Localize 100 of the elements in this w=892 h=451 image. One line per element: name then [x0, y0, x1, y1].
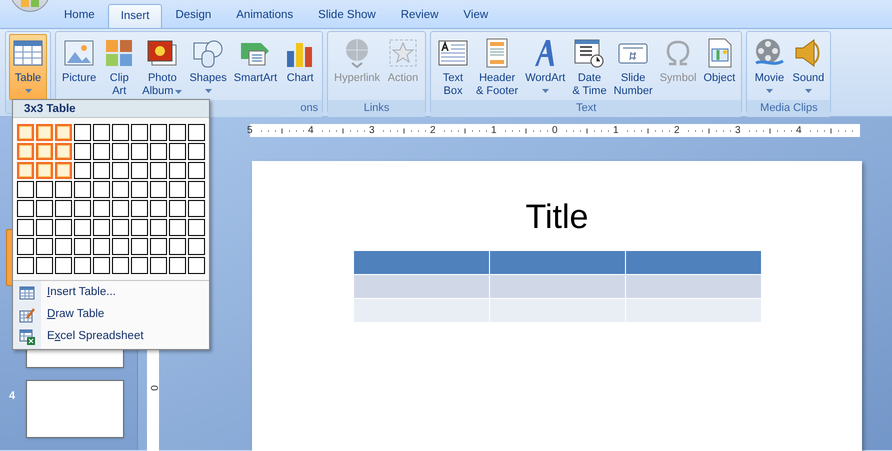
grid-cell[interactable]: [17, 162, 34, 179]
grid-cell[interactable]: [74, 143, 91, 160]
grid-cell[interactable]: [93, 124, 110, 141]
grid-cell[interactable]: [169, 143, 186, 160]
grid-cell[interactable]: [131, 238, 148, 255]
grid-cell[interactable]: [93, 181, 110, 198]
picture-button[interactable]: Picture: [59, 34, 100, 100]
grid-cell[interactable]: [131, 181, 148, 198]
grid-cell[interactable]: [169, 124, 186, 141]
grid-cell[interactable]: [36, 181, 53, 198]
table-button[interactable]: Table: [9, 34, 47, 100]
grid-cell[interactable]: [36, 124, 53, 141]
grid-cell[interactable]: [112, 162, 129, 179]
grid-cell[interactable]: [93, 162, 110, 179]
grid-cell[interactable]: [93, 143, 110, 160]
grid-cell[interactable]: [150, 238, 167, 255]
text-box-button[interactable]: Text Box: [434, 34, 472, 100]
ribbon-tab[interactable]: Design: [163, 4, 224, 28]
grid-cell[interactable]: [55, 143, 72, 160]
grid-cell[interactable]: [112, 181, 129, 198]
grid-cell[interactable]: [36, 238, 53, 255]
menu-item[interactable]: Excel Spreadsheet: [13, 326, 209, 348]
grid-cell[interactable]: [74, 162, 91, 179]
chart-button[interactable]: Chart: [281, 34, 320, 100]
film-reel-button[interactable]: Movie: [750, 34, 788, 100]
grid-cell[interactable]: [112, 200, 129, 217]
grid-cell[interactable]: [55, 124, 72, 141]
grid-cell[interactable]: [112, 143, 129, 160]
grid-cell[interactable]: [112, 124, 129, 141]
grid-cell[interactable]: [74, 219, 91, 236]
grid-cell[interactable]: [112, 257, 129, 274]
grid-cell[interactable]: [188, 200, 205, 217]
grid-cell[interactable]: [150, 257, 167, 274]
ribbon-tab[interactable]: Slide Show: [306, 4, 388, 28]
grid-cell[interactable]: [169, 219, 186, 236]
grid-cell[interactable]: [36, 200, 53, 217]
grid-cell[interactable]: [36, 143, 53, 160]
object-button[interactable]: Object: [700, 34, 738, 100]
grid-cell[interactable]: [17, 181, 34, 198]
wordart-button[interactable]: WordArt: [522, 34, 568, 100]
grid-cell[interactable]: [55, 238, 72, 255]
grid-cell[interactable]: [17, 143, 34, 160]
ribbon-tab[interactable]: Animations: [224, 4, 306, 28]
grid-cell[interactable]: [17, 219, 34, 236]
grid-cell[interactable]: [17, 257, 34, 274]
grid-cell[interactable]: [188, 143, 205, 160]
grid-cell[interactable]: [169, 257, 186, 274]
grid-cell[interactable]: [188, 219, 205, 236]
grid-cell[interactable]: [188, 181, 205, 198]
grid-cell[interactable]: [17, 238, 34, 255]
grid-cell[interactable]: [131, 257, 148, 274]
grid-cell[interactable]: [188, 238, 205, 255]
shapes-button[interactable]: Shapes: [186, 34, 230, 100]
grid-cell[interactable]: [36, 257, 53, 274]
menu-item[interactable]: Insert Table...: [13, 282, 209, 304]
grid-cell[interactable]: [131, 200, 148, 217]
grid-cell[interactable]: [169, 181, 186, 198]
grid-cell[interactable]: [36, 219, 53, 236]
ribbon-tab[interactable]: Review: [388, 4, 450, 28]
header-footer-button[interactable]: Header & Footer: [473, 34, 522, 100]
grid-cell[interactable]: [74, 181, 91, 198]
grid-cell[interactable]: [150, 181, 167, 198]
grid-cell[interactable]: [150, 124, 167, 141]
speaker-button[interactable]: Sound: [789, 34, 828, 100]
grid-cell[interactable]: [169, 162, 186, 179]
grid-cell[interactable]: [93, 257, 110, 274]
grid-cell[interactable]: [74, 257, 91, 274]
grid-cell[interactable]: [150, 200, 167, 217]
grid-cell[interactable]: [188, 162, 205, 179]
calendar-button[interactable]: Date & Time: [569, 34, 610, 100]
ribbon-tab[interactable]: View: [451, 4, 500, 28]
grid-cell[interactable]: [131, 162, 148, 179]
grid-cell[interactable]: [150, 219, 167, 236]
grid-cell[interactable]: [150, 162, 167, 179]
menu-item[interactable]: Draw Table: [13, 304, 209, 326]
slide-thumbnail[interactable]: [26, 380, 124, 438]
grid-cell[interactable]: [74, 124, 91, 141]
ribbon-tab[interactable]: Insert: [108, 4, 162, 28]
grid-cell[interactable]: [131, 124, 148, 141]
ribbon-tab[interactable]: Home: [52, 4, 107, 28]
grid-cell[interactable]: [169, 238, 186, 255]
grid-cell[interactable]: [131, 143, 148, 160]
grid-cell[interactable]: [55, 200, 72, 217]
grid-cell[interactable]: [131, 219, 148, 236]
photo-album-button[interactable]: Photo Album: [139, 34, 186, 100]
slide-number-button[interactable]: Slide Number: [610, 34, 656, 100]
grid-cell[interactable]: [74, 200, 91, 217]
grid-cell[interactable]: [112, 238, 129, 255]
grid-cell[interactable]: [169, 200, 186, 217]
grid-cell[interactable]: [74, 238, 91, 255]
grid-cell[interactable]: [36, 162, 53, 179]
grid-cell[interactable]: [188, 257, 205, 274]
smartart-button[interactable]: SmartArt: [230, 34, 280, 100]
grid-cell[interactable]: [93, 219, 110, 236]
grid-cell[interactable]: [55, 162, 72, 179]
grid-cell[interactable]: [55, 181, 72, 198]
grid-cell[interactable]: [112, 219, 129, 236]
grid-cell[interactable]: [93, 200, 110, 217]
grid-cell[interactable]: [188, 124, 205, 141]
grid-cell[interactable]: [17, 200, 34, 217]
